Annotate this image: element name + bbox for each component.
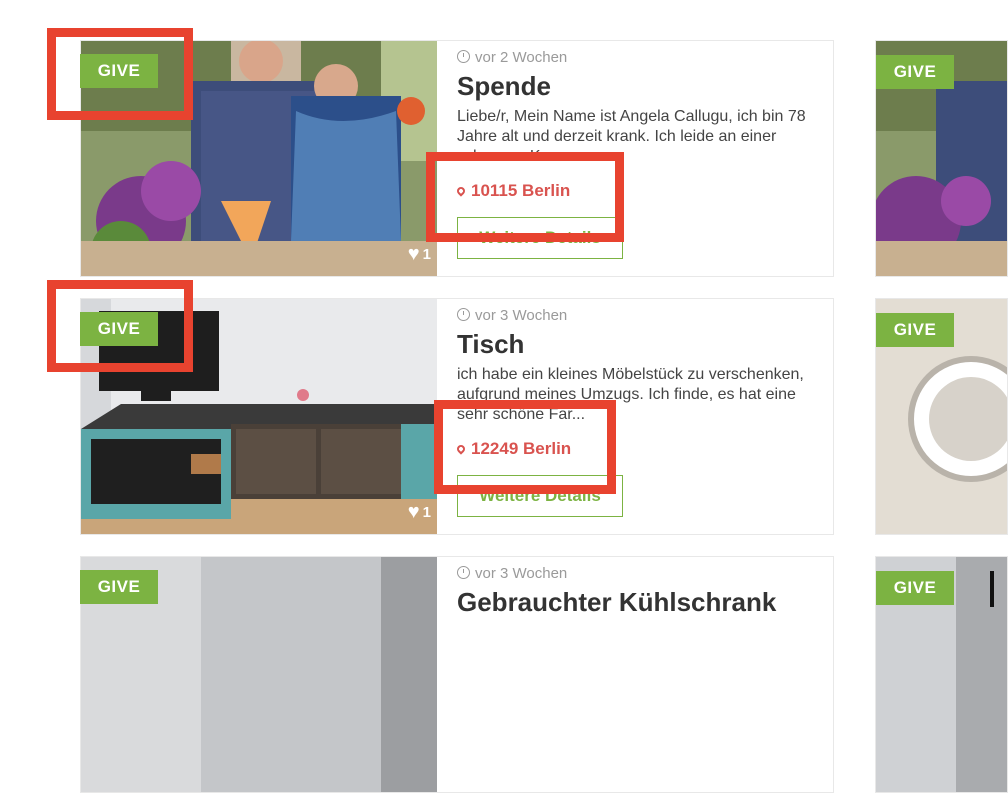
location-text: 10115 Berlin	[471, 181, 571, 200]
posted-time-text: vor 3 Wochen	[475, 307, 568, 324]
listing-title[interactable]: Spende	[457, 71, 551, 102]
give-badge: GIVE	[876, 313, 954, 347]
give-badge: GIVE	[80, 312, 158, 346]
listing-card-right[interactable]: GIVE	[875, 556, 1008, 793]
posted-time: vor 2 Wochen	[457, 49, 567, 66]
heart-icon: ♥	[407, 501, 420, 523]
listing-card-right[interactable]: GIVE	[875, 298, 1008, 535]
listing-card-right[interactable]: GIVE	[875, 40, 1008, 277]
listing-location: 10115 Berlin	[455, 181, 571, 201]
posted-time: vor 3 Wochen	[457, 565, 567, 582]
like-counter[interactable]: ♥ 1	[408, 244, 431, 264]
listing-description: ich habe ein kleines Möbelstück zu versc…	[457, 366, 804, 423]
like-count: 1	[422, 503, 431, 521]
details-button[interactable]: Weitere Details	[457, 475, 623, 517]
listing-description: Liebe/r, Mein Name ist Angela Callugu, i…	[457, 108, 806, 165]
listing-title[interactable]: Tisch	[457, 329, 524, 360]
listing-location: 12249 Berlin	[455, 439, 572, 459]
give-badge: GIVE	[80, 570, 158, 604]
clock-icon	[457, 308, 470, 321]
clock-icon	[457, 566, 470, 579]
heart-icon: ♥	[407, 243, 420, 265]
give-badge: GIVE	[80, 54, 158, 88]
give-badge: GIVE	[876, 571, 954, 605]
listing-card[interactable]: vor 3 Wochen Gebrauchter Kühlschrank	[80, 556, 834, 793]
posted-time-text: vor 3 Wochen	[475, 565, 568, 582]
give-badge: GIVE	[876, 55, 954, 89]
listing-card[interactable]: ♥ 1 vor 2 Wochen Spende Liebe/r, Mein Na…	[80, 40, 834, 277]
map-pin-icon	[455, 185, 467, 197]
like-count: 1	[422, 245, 431, 263]
details-button[interactable]: Weitere Details	[457, 217, 623, 259]
clock-icon	[457, 50, 470, 63]
like-counter[interactable]: ♥ 1	[408, 502, 431, 522]
listing-title[interactable]: Gebrauchter Kühlschrank	[457, 587, 776, 618]
location-text: 12249 Berlin	[471, 439, 572, 458]
posted-time: vor 3 Wochen	[457, 307, 567, 324]
posted-time-text: vor 2 Wochen	[475, 49, 568, 66]
listing-card[interactable]: ♥ 1 vor 3 Wochen Tisch ich habe ein klei…	[80, 298, 834, 535]
scrollbar-thumb[interactable]	[990, 571, 994, 607]
map-pin-icon	[455, 443, 467, 455]
